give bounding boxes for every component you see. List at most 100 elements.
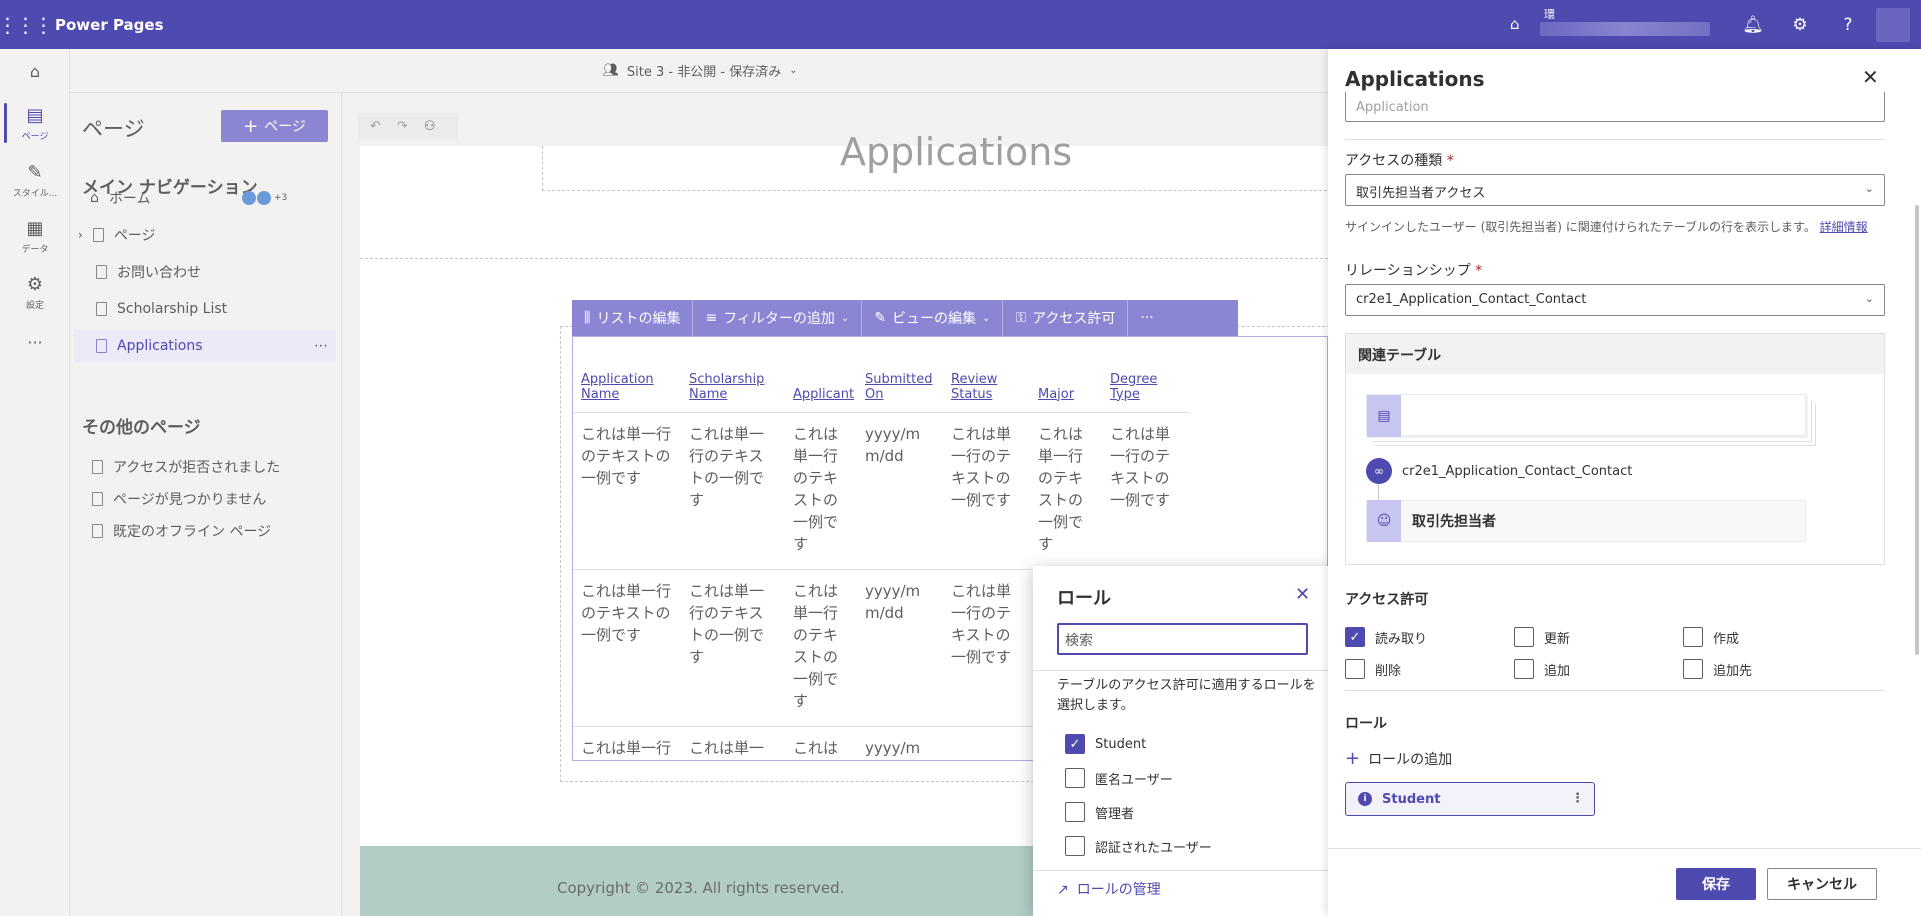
manage-roles-link[interactable]: ↗ ロールの管理 [1057, 879, 1161, 899]
access-type-hint: サインインしたユーザー (取引先担当者) に関連付けられたテーブルの行を表示しま… [1345, 218, 1868, 235]
filter-icon: ≡ [705, 310, 718, 326]
page-heading[interactable]: Applications [840, 130, 1072, 174]
section-divider [360, 258, 1328, 259]
role-option-authenticated[interactable]: 認証されたユーザー [1065, 836, 1212, 856]
app-launcher-icon[interactable]: ⋮⋮⋮ [0, 0, 54, 49]
page-item-label: Applications [117, 338, 203, 354]
close-icon[interactable]: ✕ [1295, 584, 1310, 605]
perm-create[interactable]: 作成 [1683, 627, 1739, 647]
rail-item-label: ページ [21, 131, 49, 142]
edit-list-button[interactable]: ⫼ リストの編集 [572, 300, 694, 336]
page-item-not-found[interactable]: ページが見つかりません [74, 483, 336, 515]
rail-item-pages[interactable]: ▤ ページ [0, 95, 70, 151]
checkbox-checked-icon: ✓ [1065, 734, 1085, 754]
chevron-down-icon: ⌄ [840, 312, 850, 324]
relationship-text: リレーションシップ [1345, 263, 1471, 279]
permissions-button[interactable]: ⚿ アクセス許可 [1003, 300, 1129, 336]
connector-line [1378, 484, 1379, 500]
table-icon: ▦ [26, 217, 44, 239]
page-icon [92, 524, 103, 538]
close-icon[interactable]: ✕ [1862, 65, 1879, 89]
relationship-dropdown[interactable]: cr2e1_Application_Contact_Contact ⌄ [1345, 284, 1885, 316]
page-item-label: ホーム [108, 191, 151, 207]
rail-item-styling[interactable]: ✎ スタイル... [0, 152, 70, 208]
edit-view-button[interactable]: ✎ ビューの編集 ⌄ [862, 300, 1004, 336]
lock-user-icon: ⚿ [1015, 310, 1027, 326]
more-vertical-icon[interactable]: ⋮ [1571, 791, 1584, 806]
presence-count: +3 [274, 193, 288, 203]
info-icon: i [1358, 792, 1372, 806]
environment-icon: ⌂ [1510, 15, 1520, 33]
learn-more-link[interactable]: 詳細情報 [1820, 220, 1868, 234]
role-search-input[interactable]: 検索 [1057, 623, 1308, 655]
page-item-label: 既定のオフライン ページ [113, 524, 272, 540]
relationship-value: cr2e1_Application_Contact_Contact [1356, 292, 1587, 307]
checkbox-icon [1683, 627, 1703, 647]
column-header[interactable]: Degree Type [1102, 337, 1190, 413]
rail-item-data[interactable]: ▦ データ [0, 208, 70, 264]
page-item-label: お問い合わせ [117, 265, 201, 281]
role-option-label: 認証されたユーザー [1095, 840, 1212, 856]
app-title: Power Pages [55, 15, 164, 34]
add-role-button[interactable]: + ロールの追加 [1345, 748, 1452, 769]
perm-update[interactable]: 更新 [1514, 627, 1570, 647]
permissions-heading: アクセス許可 [1345, 592, 1429, 608]
access-type-dropdown[interactable]: 取引先担当者アクセス ⌄ [1345, 174, 1885, 206]
home-icon[interactable]: ⌂ [0, 49, 70, 93]
more-button[interactable]: ··· [1128, 300, 1165, 336]
role-option-anonymous[interactable]: 匿名ユーザー [1065, 768, 1173, 788]
table-cell: yyyy/mm/dd [857, 569, 943, 727]
perm-label: 追加先 [1713, 663, 1753, 679]
table-cell: これは単一行のテキストの一例です [785, 569, 857, 727]
relationship-label: リレーションシップ * [1345, 260, 1482, 280]
role-option-label: 匿名ユーザー [1095, 772, 1173, 788]
page-item-pages[interactable]: › ページ [74, 219, 336, 251]
perm-delete[interactable]: 削除 [1345, 659, 1401, 679]
role-option-student[interactable]: ✓ Student [1065, 734, 1146, 754]
undo-icon[interactable]: ↶ [370, 119, 381, 134]
perm-read[interactable]: ✓ 読み取り [1345, 627, 1427, 647]
page-item-contact[interactable]: お問い合わせ [74, 256, 336, 288]
help-icon[interactable]: ? [1828, 0, 1868, 49]
add-filter-button[interactable]: ≡ フィルターの追加 ⌄ [693, 300, 863, 336]
more-icon[interactable]: ··· [0, 314, 70, 370]
page-item-scholarship-list[interactable]: Scholarship List [74, 293, 336, 325]
table-cell: これは単一行のテキストの一例です [573, 412, 681, 570]
role-chip-student[interactable]: i Student ⋮ [1345, 782, 1595, 816]
cancel-button[interactable]: キャンセル [1767, 868, 1877, 900]
rail-item-settings[interactable]: ⚙ 設定 [0, 264, 70, 320]
column-header[interactable]: Submitted On [857, 337, 943, 413]
columns-icon: ⫼ [584, 310, 591, 326]
table-select[interactable]: Application [1345, 92, 1885, 122]
page-item-access-denied[interactable]: アクセスが拒否されました [74, 451, 336, 483]
role-popup-description: テーブルのアクセス許可に適用するロールを選択します。 [1057, 678, 1316, 713]
page-item-applications[interactable]: Applications ⋯ [74, 330, 336, 362]
role-option-admin[interactable]: 管理者 [1065, 802, 1134, 822]
sitemap-icon[interactable]: ⚇ [424, 119, 436, 134]
page-item-offline[interactable]: 既定のオフライン ページ [74, 515, 336, 547]
table-row: これは単一行のテキストの一例ですこれは単一行のテキストの一例ですこれは単一行のテ… [573, 412, 1190, 570]
perm-append-to[interactable]: 追加先 [1683, 659, 1752, 679]
related-tables-card: 関連テーブル ▤ ∞ cr2e1_Application_Contact_Cont… [1345, 333, 1885, 565]
site-picker[interactable]: 👥︎ Site 3 - 非公開 - 保存済み ⌄ [602, 61, 797, 80]
page-item-home[interactable]: ⌂ ホーム +3 [74, 182, 336, 214]
table-cell: これは単一行のテキストの一例です [681, 412, 785, 570]
panel-scrollbar[interactable] [1915, 205, 1919, 655]
gear-icon[interactable]: ⚙ [1780, 0, 1820, 49]
add-page-button[interactable]: + ページ [221, 110, 328, 142]
column-header[interactable]: Application Name [573, 337, 681, 413]
perm-append[interactable]: 追加 [1514, 659, 1570, 679]
bell-icon[interactable]: 🔔︎ [1733, 0, 1773, 49]
more-icon[interactable]: ⋯ [314, 338, 328, 354]
column-header[interactable]: Major [1030, 337, 1102, 413]
perm-label: 追加 [1544, 663, 1571, 679]
table-cell: これは単一行のテキストの一例です [1102, 412, 1190, 570]
column-header[interactable]: Scholarship Name [681, 337, 785, 413]
avatar[interactable] [1876, 8, 1910, 42]
redo-icon[interactable]: ↷ [397, 119, 408, 134]
column-header[interactable]: Review Status [943, 337, 1030, 413]
roles-heading: ロール [1345, 716, 1387, 732]
column-header[interactable]: Applicant [785, 337, 857, 413]
checkbox-icon [1065, 802, 1085, 822]
save-button[interactable]: 保存 [1676, 868, 1756, 900]
